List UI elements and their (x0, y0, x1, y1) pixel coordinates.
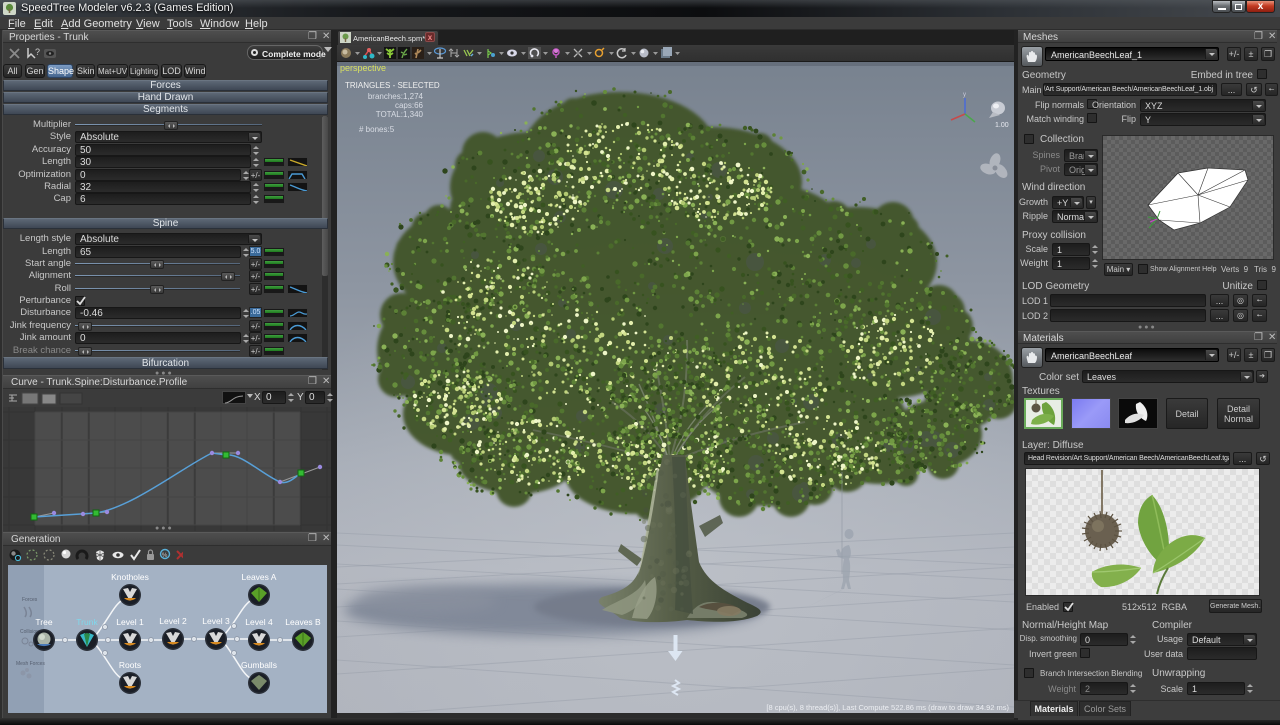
svg-text:Level 3: Level 3 (202, 616, 230, 626)
svg-text:Gumballs: Gumballs (241, 660, 277, 670)
svg-text:Roots: Roots (119, 660, 141, 670)
svg-text:?: ? (35, 47, 40, 57)
svg-text:Leaves B: Leaves B (285, 617, 321, 627)
svg-text:%: % (162, 553, 168, 559)
svg-text:Leaves A: Leaves A (242, 572, 277, 582)
svg-text:Mesh Forces: Mesh Forces (16, 661, 45, 667)
svg-text:Tree: Tree (35, 617, 52, 627)
svg-text:Knotholes: Knotholes (111, 572, 149, 582)
svg-text:Level 4: Level 4 (245, 617, 273, 627)
svg-text:Level 2: Level 2 (159, 616, 187, 626)
svg-text:Forces: Forces (22, 597, 38, 603)
svg-text:Level 1: Level 1 (116, 617, 144, 627)
svg-text:Trunk: Trunk (76, 617, 98, 627)
